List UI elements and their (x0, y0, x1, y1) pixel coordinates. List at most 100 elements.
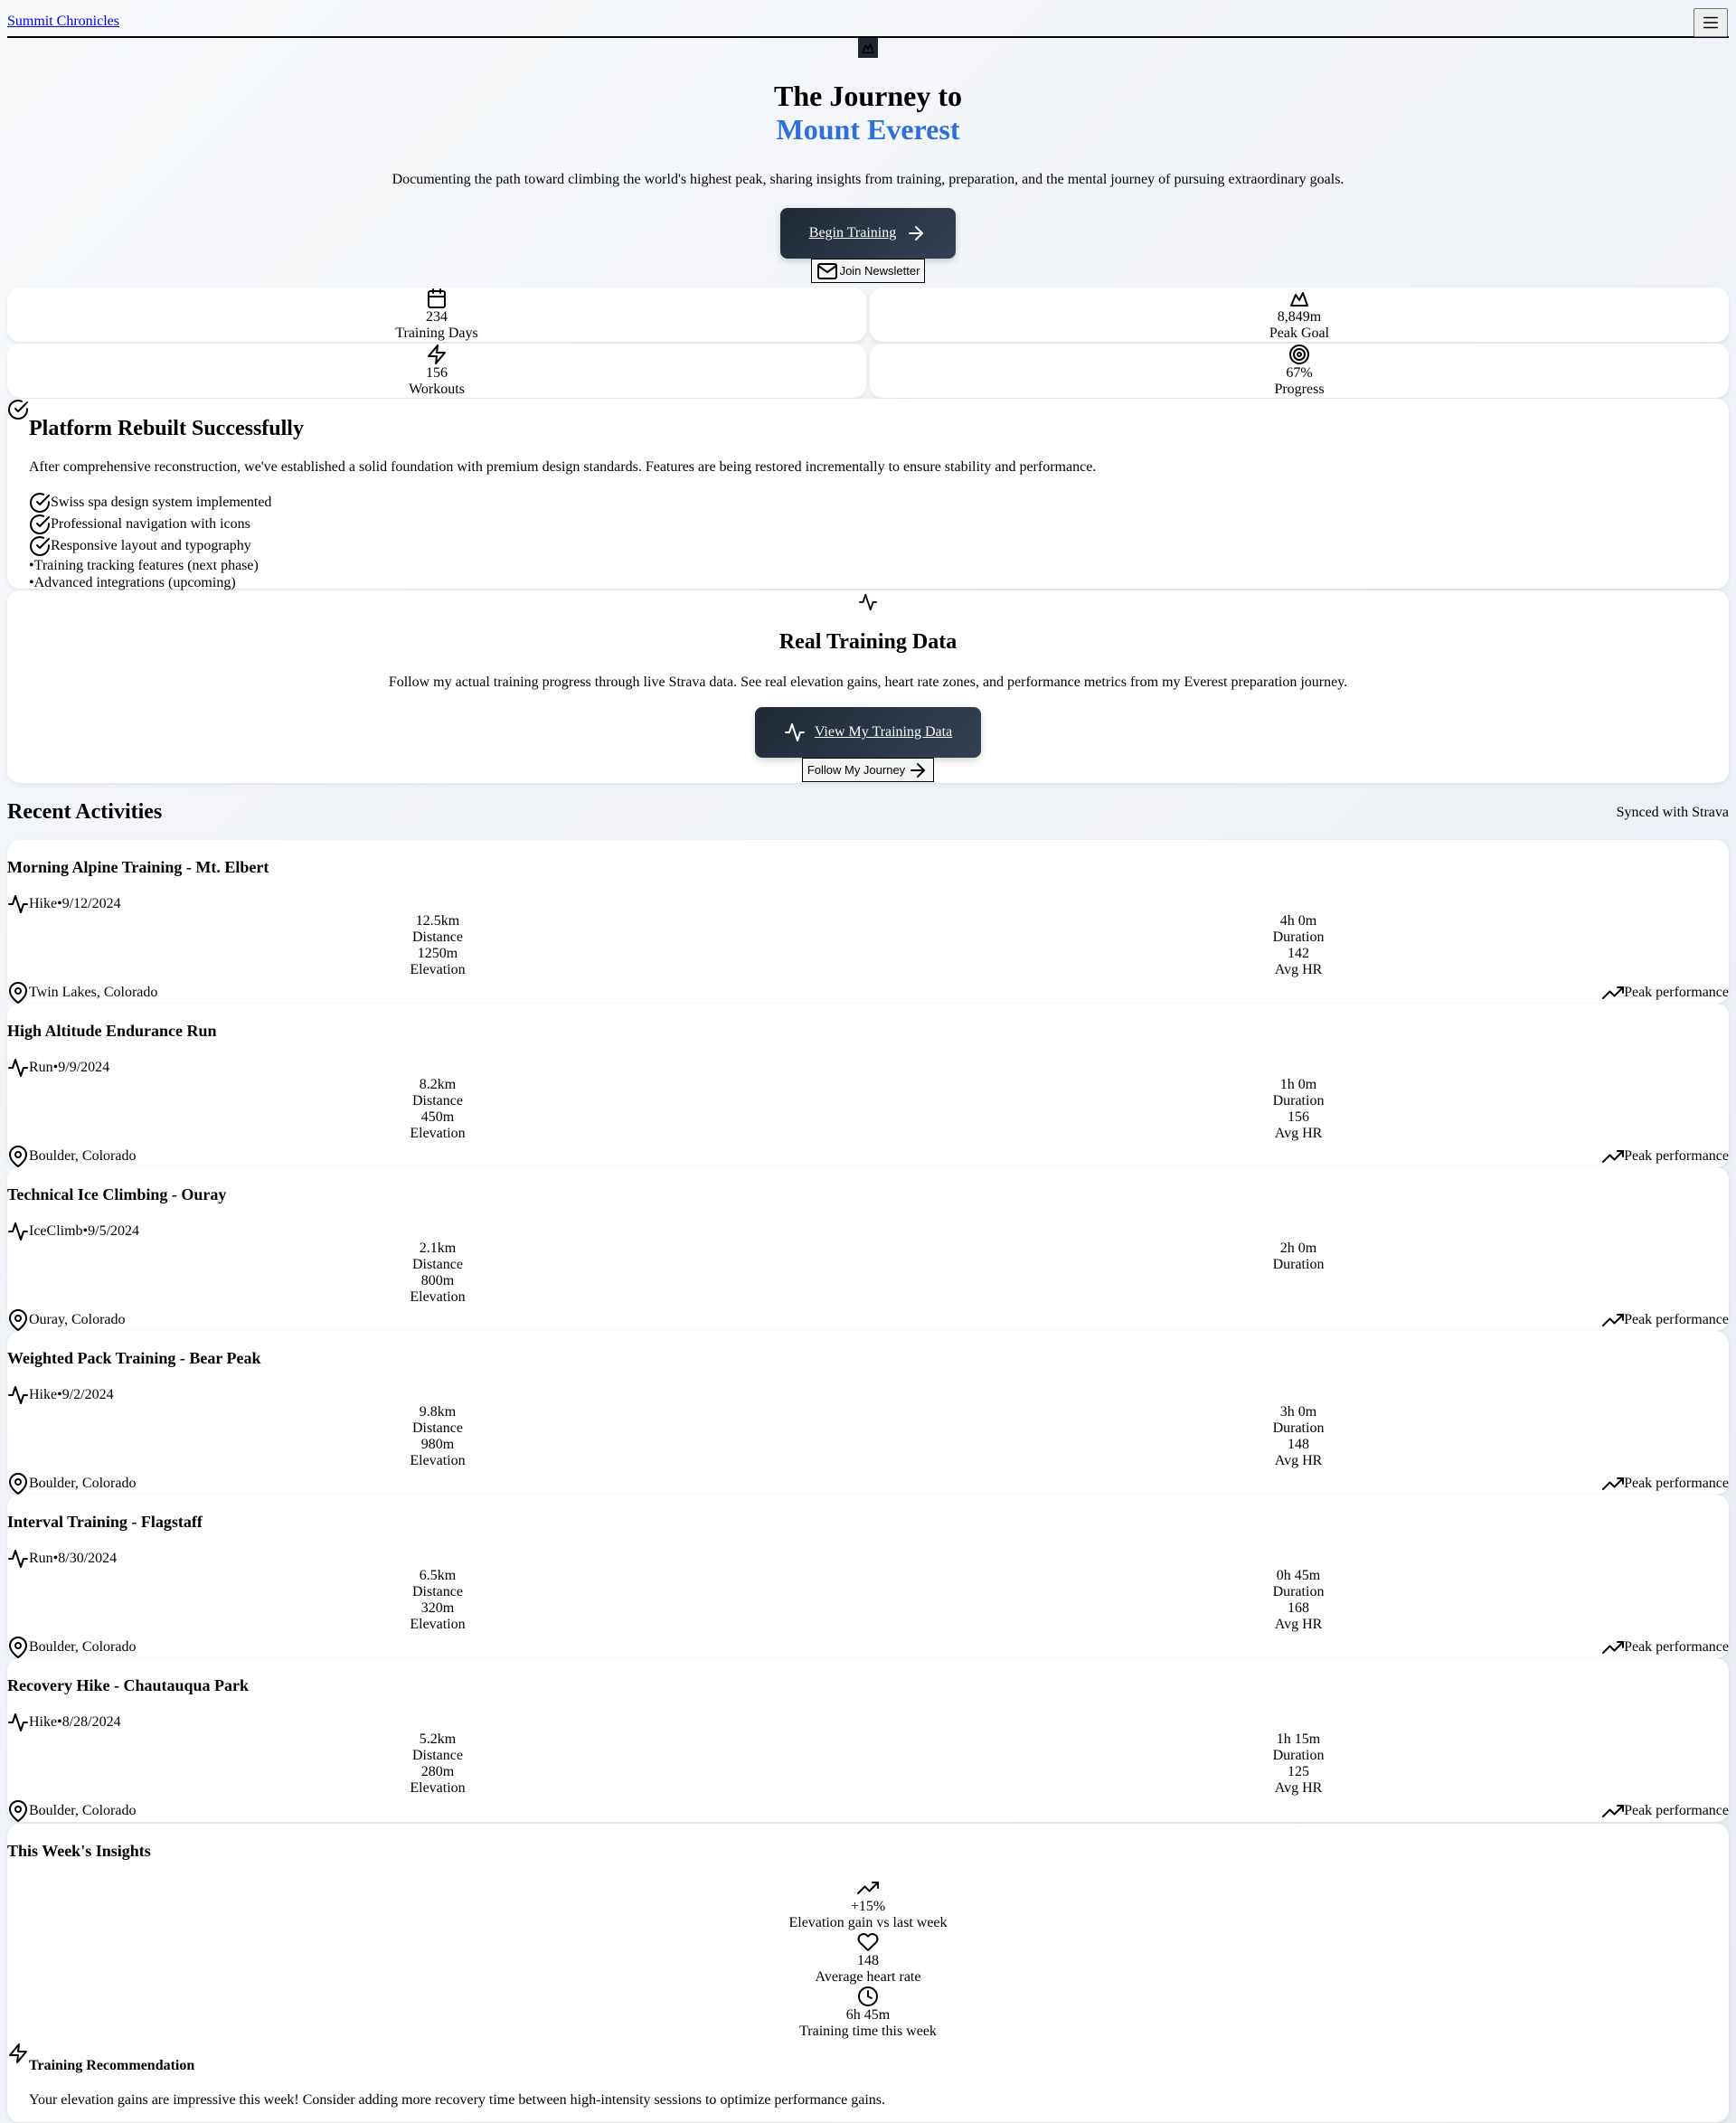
duration-value: 1h 15m (1276, 1731, 1321, 1747)
performance-badge: Peak performance (1602, 1146, 1729, 1167)
activity-footer: Twin Lakes, Colorado Peak performance (7, 982, 1729, 1005)
metrics-right: 1h 15m Duration 125 Avg HR (868, 1731, 1729, 1797)
activity-title: Weighted Pack Training - Bear Peak (7, 1349, 261, 1368)
location-label: Boulder, Colorado (29, 1803, 137, 1819)
distance-label: Distance (412, 1092, 463, 1109)
elevation-label: Elevation (410, 961, 466, 977)
view-training-data-button[interactable]: View My Training Data (754, 707, 982, 759)
hr-label: Avg HR (1274, 961, 1323, 977)
map-pin-icon (9, 1309, 27, 1332)
arrow-right-icon (909, 226, 924, 241)
recommendation-title: Training Recommendation (29, 2057, 195, 2073)
join-newsletter-label: Join Newsletter (839, 264, 920, 278)
activity-location: Boulder, Colorado (7, 1473, 136, 1496)
weekly-insights-card: This Week's Insights +15% Elevation gain… (7, 1824, 1729, 2123)
duration-value: 3h 0m (1279, 1403, 1317, 1420)
trending-up-icon (1602, 1477, 1625, 1491)
elevation-value: 450m (420, 1109, 455, 1125)
performance-badge: Peak performance (1602, 982, 1729, 1004)
map-pin-icon (9, 1146, 27, 1168)
activity-card[interactable]: Recovery Hike - Chautauqua Park Hike • 8/2… (7, 1658, 1729, 1823)
checklist-item: Professional navigation with icons (29, 514, 1729, 535)
begin-training-label: Begin Training (808, 225, 897, 241)
brand-link[interactable]: Summit Chronicles (7, 14, 119, 30)
top-nav: Summit Chronicles (7, 7, 1729, 38)
training-recommendation: Training Recommendation Your elevation g… (7, 2043, 1729, 2109)
hr-label: Avg HR (1274, 1452, 1323, 1468)
badge-label: Peak performance (1624, 1476, 1729, 1492)
platform-rebuilt-card: Platform Rebuilt Successfully After comp… (7, 399, 1729, 590)
activity-type: Run (29, 1059, 53, 1075)
activity-meta: Hike • 8/28/2024 (7, 1712, 1729, 1733)
metrics-left: 12.5km Distance 1250m Elevation (7, 913, 868, 978)
badge-label: Peak performance (1624, 985, 1729, 1001)
metrics-right: 3h 0m Duration 148 Avg HR (868, 1404, 1729, 1469)
distance-value: 5.2km (419, 1731, 457, 1747)
activity-card[interactable]: High Altitude Endurance Run Run • 9/9/2024… (7, 1004, 1729, 1168)
duration-label: Duration (1272, 1092, 1325, 1109)
distance-value: 6.5km (419, 1567, 457, 1583)
target-icon (1289, 344, 1309, 365)
insight-label: Average heart rate (815, 1968, 921, 1985)
performance-badge: Peak performance (1602, 1800, 1729, 1822)
arrow-right-icon (910, 762, 926, 778)
metrics-left: 2.1km Distance 800m Elevation (7, 1241, 868, 1306)
duration-label: Duration (1272, 929, 1325, 945)
elevation-label: Elevation (410, 1288, 466, 1305)
stat-progress: 67% Progress (870, 344, 1729, 399)
hr-value: 168 (1288, 1599, 1309, 1616)
elevation-value: 800m (420, 1272, 455, 1288)
activity-icon (784, 723, 805, 742)
follow-journey-button[interactable]: Follow My Journey (801, 758, 935, 783)
insight-value: 6h 45m (845, 2006, 891, 2023)
performance-badge: Peak performance (1602, 1309, 1729, 1331)
activity-card[interactable]: Technical Ice Climbing - Ouray IceClimb •… (7, 1167, 1729, 1332)
hr-value: 125 (1288, 1763, 1309, 1779)
activity-title: Interval Training - Flagstaff (7, 1513, 203, 1532)
activity-date: 8/28/2024 (61, 1713, 121, 1730)
strava-card: Real Training Data Follow my actual trai… (7, 590, 1729, 784)
metrics-left: 5.2km Distance 280m Elevation (7, 1731, 868, 1797)
elevation-value: 320m (420, 1599, 455, 1616)
activity-card[interactable]: Morning Alpine Training - Mt. Elbert Hik… (7, 840, 1729, 1005)
insight-value: 148 (857, 1952, 879, 1968)
stat-label: Progress (1274, 382, 1325, 398)
insight-value: +15% (850, 1898, 886, 1914)
activity-title: High Altitude Endurance Run (7, 1022, 217, 1041)
checklist-label: Swiss spa design system implemented (51, 495, 272, 511)
activity-date: 9/2/2024 (61, 1386, 114, 1402)
strava-title: Real Training Data (778, 630, 958, 655)
map-pin-icon (9, 982, 27, 1005)
location-label: Boulder, Colorado (29, 1639, 137, 1656)
performance-badge: Peak performance (1602, 1473, 1729, 1495)
activity-type: Run (29, 1550, 53, 1566)
activity-footer: Boulder, Colorado Peak performance (7, 1146, 1729, 1168)
distance-value: 8.2km (419, 1076, 457, 1092)
heart-icon (857, 1932, 879, 1951)
activity-location: Twin Lakes, Colorado (7, 982, 157, 1005)
activity-icon (8, 1058, 28, 1077)
hr-value: 156 (1288, 1109, 1309, 1125)
duration-value: 2h 0m (1279, 1240, 1317, 1256)
clock-icon (858, 1986, 878, 2006)
activities-title: Recent Activities (7, 800, 163, 825)
badge-label: Peak performance (1624, 1148, 1729, 1165)
activity-location: Boulder, Colorado (7, 1637, 137, 1659)
checklist-label: Responsive layout and typography (51, 538, 251, 554)
activity-icon (8, 1549, 28, 1568)
activity-card[interactable]: Weighted Pack Training - Bear Peak Hike •… (7, 1331, 1729, 1496)
activities-header: Recent Activities Synced with Strava (7, 799, 1729, 826)
activity-footer: Boulder, Colorado Peak performance (7, 1637, 1729, 1659)
activities-list: Morning Alpine Training - Mt. Elbert Hik… (7, 840, 1729, 1823)
sync-status: Synced with Strava (1616, 805, 1729, 821)
activity-icon (8, 894, 28, 913)
join-newsletter-button[interactable]: Join Newsletter (810, 259, 926, 284)
insight-label: Elevation gain vs last week (788, 1914, 948, 1930)
check-circle-icon (30, 536, 50, 557)
hero-section: The Journey to Mount Everest Documenting… (7, 38, 1729, 287)
menu-button[interactable] (1694, 7, 1728, 37)
activity-card[interactable]: Interval Training - Flagstaff Run • 8/30/2… (7, 1495, 1729, 1659)
begin-training-button[interactable]: Begin Training (779, 208, 957, 259)
activity-meta: Hike • 9/12/2024 (7, 893, 1729, 915)
stat-value: 67% (1286, 365, 1313, 382)
